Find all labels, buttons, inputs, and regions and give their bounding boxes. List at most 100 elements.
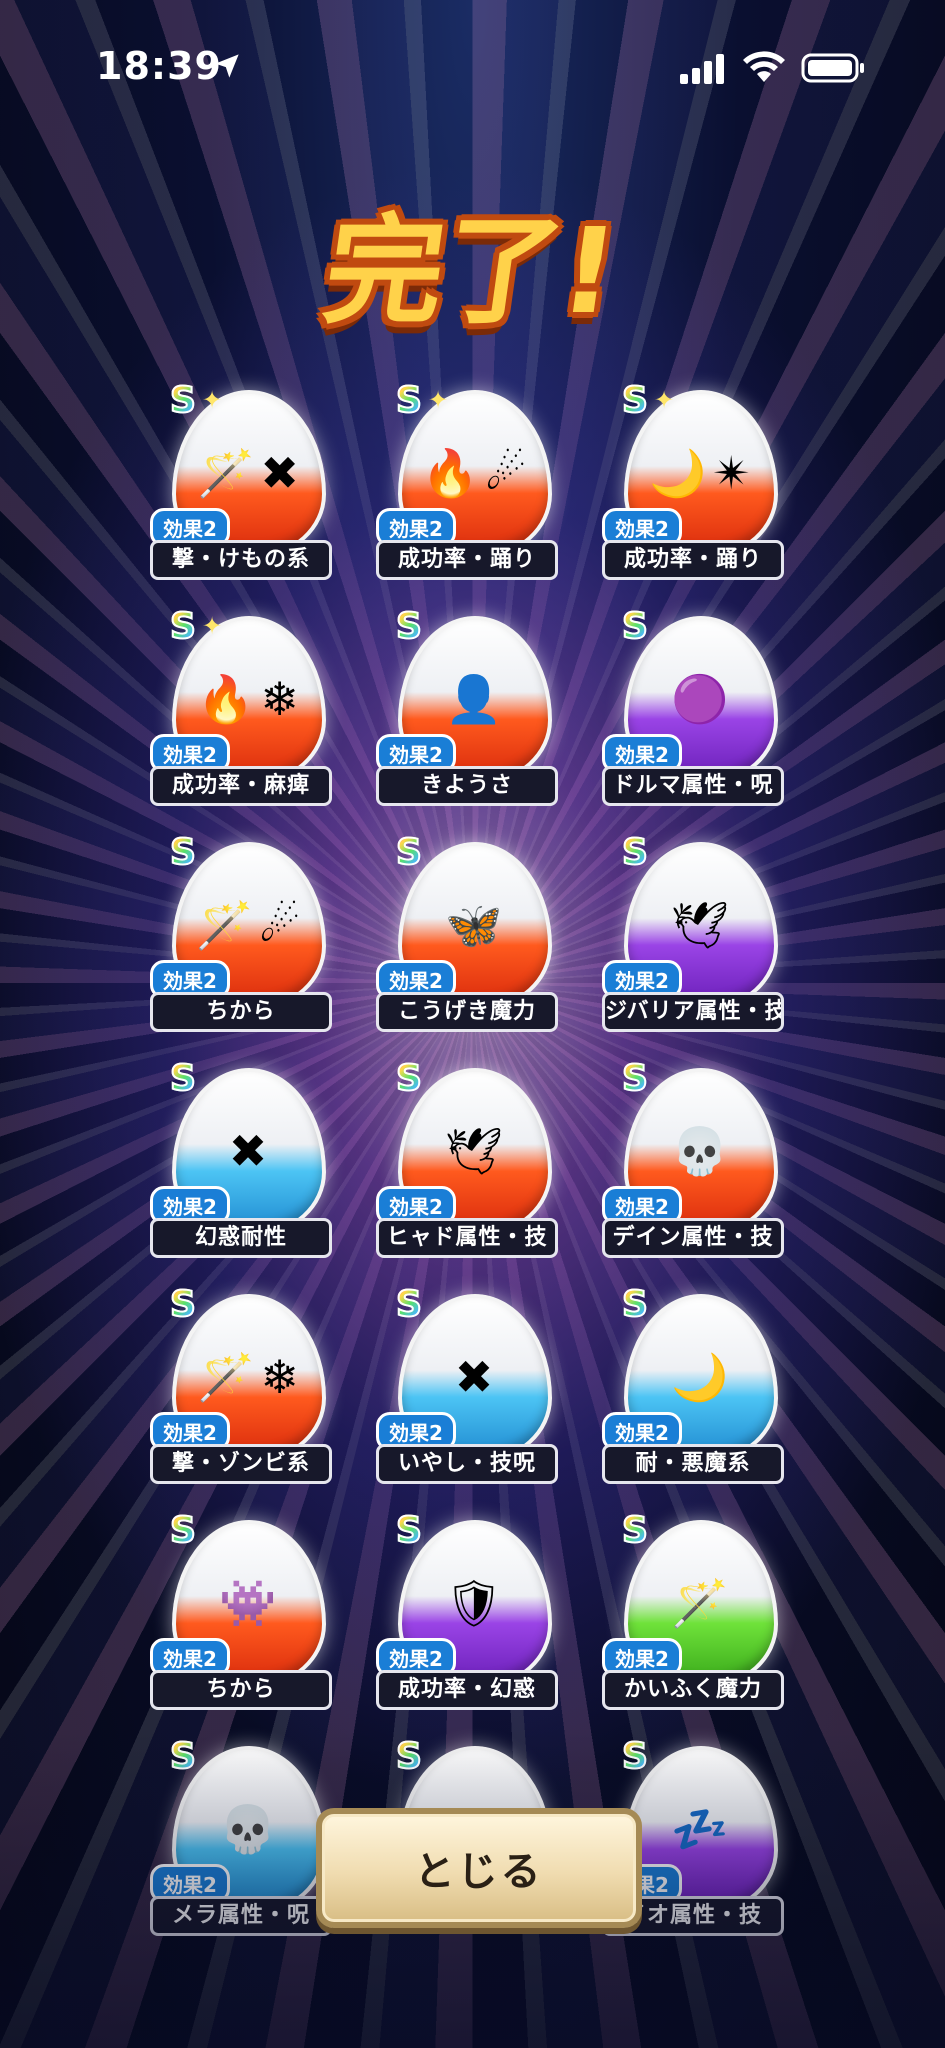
effect-icons: 👾	[188, 1568, 308, 1638]
s-rank-icon: S	[169, 1509, 197, 1552]
result-card: S ✖ 効果2 幻惑耐性	[150, 1057, 340, 1258]
effect-icon: ☄	[259, 898, 301, 952]
result-card: S ✦ 🌙 ✴ 効果2 成功率・踊り	[602, 379, 792, 580]
s-rank-icon: S	[395, 831, 423, 874]
page-title: 完了!	[316, 202, 626, 340]
effect-icons: 🕊	[640, 890, 760, 960]
s-rank-icon: S	[621, 605, 649, 648]
effect-icon: ❄	[260, 1350, 299, 1404]
effect-icon: ❄	[260, 672, 299, 726]
effect-icon: ☄	[485, 446, 527, 500]
effect-icons: 🪄	[640, 1568, 760, 1638]
effect-label: かいふく魔力	[602, 1670, 784, 1710]
result-card: S 👾 効果2 ちから	[150, 1509, 340, 1710]
s-rank-icon: S	[621, 1057, 649, 1100]
s-rank-icon: S	[395, 379, 423, 422]
s-rank-icon: S	[169, 1283, 197, 1326]
effect-icons: 🔥 ☄	[414, 438, 534, 508]
effect-label: ヒャド属性・技	[376, 1218, 558, 1258]
result-card: S 🪄 効果2 かいふく魔力	[602, 1509, 792, 1710]
s-rank-icon: S	[395, 1283, 423, 1326]
effect-icon: 🦋	[445, 898, 503, 952]
battery-icon	[801, 53, 864, 83]
result-card: S 👤 効果2 きようさ	[376, 605, 566, 806]
s-rank-icon: S	[395, 1057, 423, 1100]
result-card: S 🪄 ☄ 効果2 ちから	[150, 831, 340, 1032]
result-card: S 🕊 効果2 ヒャド属性・技	[376, 1057, 566, 1258]
effect-icon: 🪄	[197, 1350, 255, 1404]
effect-icons: 🪄 ✖	[188, 438, 308, 508]
effect-icons: 💀	[640, 1116, 760, 1186]
effect-label: こうげき魔力	[376, 992, 558, 1032]
effect-icons: 🌙 ✴	[640, 438, 760, 508]
effect-icons: ✖	[188, 1116, 308, 1186]
effect-icons: ✖	[414, 1342, 534, 1412]
close-button[interactable]: とじる	[316, 1808, 642, 1928]
s-rank-icon: S	[621, 1509, 649, 1552]
effect-label: 耐・悪魔系	[602, 1444, 784, 1484]
effect-icon: 🔥	[197, 672, 255, 726]
effect-icon: 🪄	[197, 446, 255, 500]
s-rank-icon: S	[395, 605, 423, 648]
status-time: 18:39	[96, 44, 222, 88]
effect-icons: 🪄 ☄	[188, 890, 308, 960]
s-rank-icon: S	[621, 831, 649, 874]
close-button-label: とじる	[414, 1849, 544, 1895]
s-rank-icon: S	[169, 379, 197, 422]
effect-label: ちから	[150, 1670, 332, 1710]
effect-icons: 🪄 ❄	[188, 1342, 308, 1412]
effect-icon: 👾	[219, 1576, 277, 1630]
s-rank-icon: S	[169, 831, 197, 874]
result-card: S 🦋 効果2 こうげき魔力	[376, 831, 566, 1032]
effect-label: いやし・技呪	[376, 1444, 558, 1484]
result-card: S ✖ 効果2 いやし・技呪	[376, 1283, 566, 1484]
s-rank-icon: S	[169, 605, 197, 648]
effect-icon: 🪄	[671, 1576, 729, 1630]
s-rank-icon: S	[395, 1509, 423, 1552]
effect-label: ドルマ属性・呪	[602, 766, 784, 806]
s-rank-icon: S	[169, 1057, 197, 1100]
effect-label: 成功率・踊り	[602, 540, 784, 580]
effect-icon: 🔥	[421, 446, 480, 500]
s-rank-icon: S	[621, 379, 649, 422]
effect-icons: 🛡	[414, 1568, 534, 1638]
effect-icons: 🔥 ❄	[188, 664, 308, 734]
effect-icon: 🌙	[649, 446, 707, 500]
effect-label: 成功率・麻痺	[150, 766, 332, 806]
effect-label: ジバリア属性・技	[602, 992, 784, 1032]
effect-icons: 👤	[414, 664, 534, 734]
effect-icon: 💀	[671, 1124, 729, 1178]
effect-icon: 🌙	[671, 1350, 729, 1404]
effect-icons: 🦋	[414, 890, 534, 960]
result-card: S ✦ 🔥 ☄ 効果2 成功率・踊り	[376, 379, 566, 580]
result-card: S 💀 効果2 デイン属性・技	[602, 1057, 792, 1258]
effect-icon: ✖	[454, 1350, 494, 1404]
effect-label: きようさ	[376, 766, 558, 806]
effect-icons: 🌙	[640, 1342, 760, 1412]
effect-label: 撃・ゾンビ系	[150, 1444, 332, 1484]
effect-label: デイン属性・技	[602, 1218, 784, 1258]
effect-icon: 🪄	[195, 898, 254, 952]
status-bar: 18:39	[0, 0, 945, 120]
effect-label: 撃・けもの系	[150, 540, 332, 580]
effect-icon: 🕊	[670, 898, 730, 952]
sparkle-icon: ✦	[202, 386, 223, 414]
sparkle-icon: ✦	[428, 386, 449, 414]
effect-icons: 🕊	[414, 1116, 534, 1186]
result-card: S ✦ 🪄 ✖ 効果2 撃・けもの系	[150, 379, 340, 580]
effect-label: 幻惑耐性	[150, 1218, 332, 1258]
effect-icon: 🟣	[671, 672, 729, 726]
effect-icon: ✖	[260, 446, 299, 500]
result-card: S 🌙 効果2 耐・悪魔系	[602, 1283, 792, 1484]
effect-label: ちから	[150, 992, 332, 1032]
sparkle-icon: ✦	[654, 386, 675, 414]
effect-icon: 👤	[445, 672, 503, 726]
cellular-signal-icon	[680, 54, 724, 84]
location-arrow-icon	[215, 54, 239, 78]
effect-icon: 🕊	[444, 1124, 504, 1178]
effect-icon: ✖	[228, 1124, 268, 1178]
effect-label: 成功率・幻惑	[376, 1670, 558, 1710]
effect-icon: ✴	[712, 446, 751, 500]
result-card: S ✦ 🔥 ❄ 効果2 成功率・麻痺	[150, 605, 340, 806]
result-card: S 🕊 効果2 ジバリア属性・技	[602, 831, 792, 1032]
